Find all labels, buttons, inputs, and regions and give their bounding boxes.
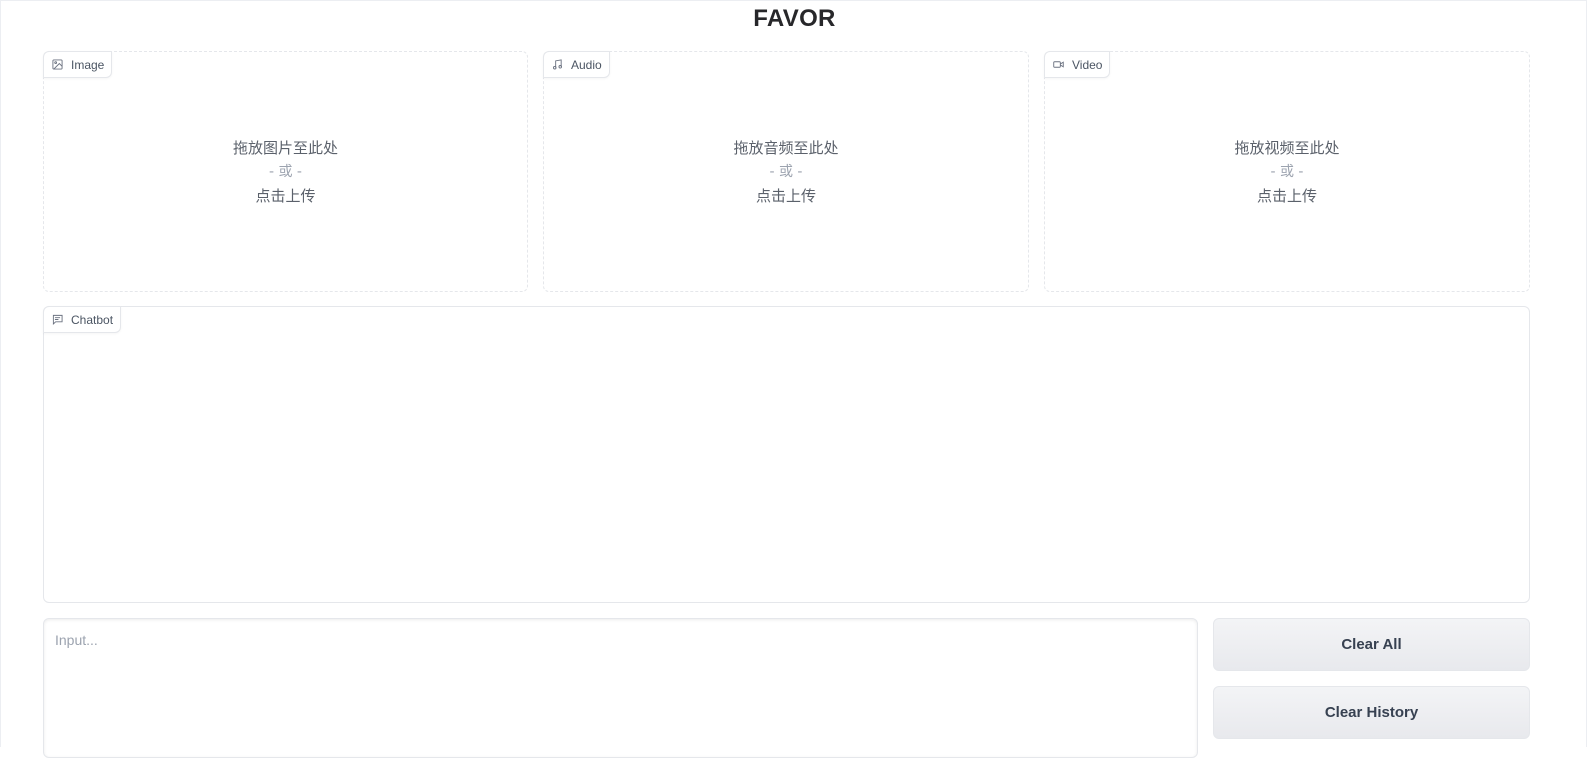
clear-history-button[interactable]: Clear History [1213, 686, 1530, 739]
video-camera-icon [1053, 59, 1064, 70]
app-frame: FAVOR Image 拖放图片至此处 - 或 - 点击上传 Audio 拖放音… [0, 0, 1587, 758]
video-upload-instructions: 拖放视频至此处 - 或 - 点击上传 [1045, 136, 1529, 208]
audio-block-label: Audio [543, 51, 610, 78]
audio-click-upload-text[interactable]: 点击上传 [544, 184, 1028, 208]
audio-label-text: Audio [571, 57, 602, 72]
image-block-label: Image [43, 51, 113, 78]
image-label-text: Image [71, 57, 105, 72]
clear-all-button[interactable]: Clear All [1213, 618, 1530, 671]
video-upload-dropzone[interactable]: Video 拖放视频至此处 - 或 - 点击上传 [1044, 51, 1530, 292]
audio-or-text: - 或 - [769, 164, 803, 180]
image-upload-instructions: 拖放图片至此处 - 或 - 点击上传 [44, 136, 527, 208]
audio-upload-instructions: 拖放音频至此处 - 或 - 点击上传 [544, 136, 1028, 208]
image-icon [52, 59, 63, 70]
message-input-container [43, 618, 1198, 758]
image-upload-dropzone[interactable]: Image 拖放图片至此处 - 或 - 点击上传 [43, 51, 528, 292]
image-or-text: - 或 - [268, 164, 302, 180]
chatbot-block-label: Chatbot [43, 306, 122, 333]
chat-icon [52, 314, 63, 325]
image-click-upload-text[interactable]: 点击上传 [44, 184, 527, 208]
video-click-upload-text[interactable]: 点击上传 [1045, 184, 1529, 208]
video-drop-text: 拖放视频至此处 [1234, 139, 1340, 157]
image-drop-text: 拖放图片至此处 [232, 139, 338, 157]
video-label-text: Video [1072, 57, 1103, 72]
audio-drop-text: 拖放音频至此处 [733, 139, 839, 157]
page-title: FAVOR [753, 5, 836, 32]
message-input[interactable] [44, 619, 1197, 757]
chatbot-label-text: Chatbot [71, 312, 114, 327]
audio-upload-dropzone[interactable]: Audio 拖放音频至此处 - 或 - 点击上传 [543, 51, 1029, 292]
video-block-label: Video [1044, 51, 1111, 78]
chatbot-panel[interactable]: Chatbot [43, 306, 1530, 603]
music-note-icon [552, 59, 563, 70]
video-or-text: - 或 - [1270, 164, 1304, 180]
